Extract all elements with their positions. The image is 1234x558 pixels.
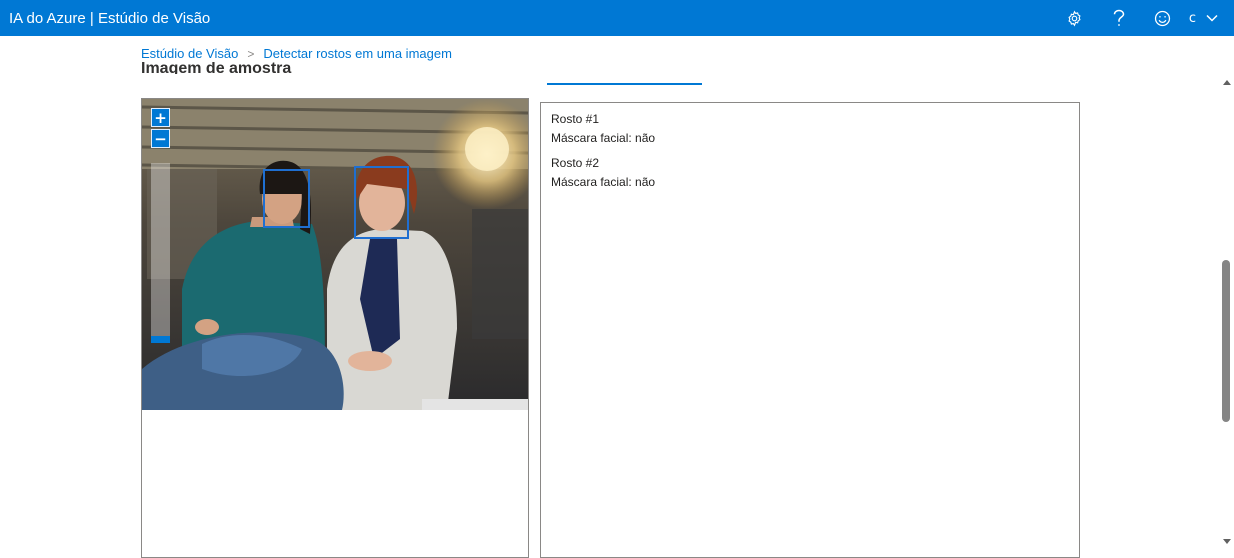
- zoom-in-button[interactable]: +: [151, 108, 170, 127]
- section-heading-clip: Imagem de amostra: [141, 62, 441, 74]
- user-initial: c: [1188, 10, 1196, 26]
- detection-results-panel: Rosto #1 Máscara facial: não Rosto #2 Má…: [540, 102, 1080, 558]
- section-title: Imagem de amostra: [141, 62, 292, 74]
- top-bar: IA do Azure | Estúdio de Visão c: [0, 0, 1234, 36]
- page-scrollbar[interactable]: [1220, 72, 1234, 552]
- breadcrumb-root-link[interactable]: Estúdio de Visão: [141, 46, 238, 61]
- face-result-item: Rosto #1 Máscara facial: não: [551, 110, 1069, 148]
- smiley-icon: [1155, 10, 1171, 26]
- active-tab-indicator: [547, 83, 702, 85]
- sample-image: + −: [142, 99, 528, 410]
- face-label: Rosto #2: [551, 156, 600, 170]
- scrollbar-thumb[interactable]: [1222, 260, 1230, 422]
- header-actions: c: [1053, 0, 1234, 36]
- face-box-1[interactable]: [263, 169, 310, 228]
- zoom-slider-track[interactable]: [151, 163, 170, 343]
- help-icon: [1113, 9, 1125, 26]
- zoom-out-button[interactable]: −: [151, 129, 170, 148]
- sample-photo: [142, 99, 528, 410]
- face-label: Rosto #1: [551, 112, 600, 126]
- face-mask-status: Máscara facial: não: [551, 175, 656, 189]
- breadcrumb-separator: >: [247, 46, 255, 61]
- face-result-item: Rosto #2 Máscara facial: não: [551, 154, 1069, 192]
- chevron-down-icon: [1206, 14, 1218, 22]
- zoom-slider-thumb[interactable]: [151, 336, 170, 343]
- breadcrumb-current-link[interactable]: Detectar rostos em uma imagem: [263, 46, 452, 61]
- help-button[interactable]: [1097, 0, 1141, 36]
- account-menu[interactable]: c: [1185, 0, 1234, 36]
- scroll-down-arrow-icon[interactable]: [1223, 539, 1231, 544]
- settings-button[interactable]: [1053, 0, 1097, 36]
- face-box-2[interactable]: [354, 166, 409, 239]
- breadcrumb: Estúdio de Visão > Detectar rostos em um…: [141, 46, 452, 61]
- face-mask-status: Máscara facial: não: [551, 131, 656, 145]
- image-panel: + −: [141, 98, 529, 558]
- gear-icon: [1068, 10, 1081, 26]
- scroll-up-arrow-icon[interactable]: [1223, 80, 1231, 85]
- app-title[interactable]: IA do Azure | Estúdio de Visão: [9, 10, 210, 27]
- feedback-button[interactable]: [1141, 0, 1185, 36]
